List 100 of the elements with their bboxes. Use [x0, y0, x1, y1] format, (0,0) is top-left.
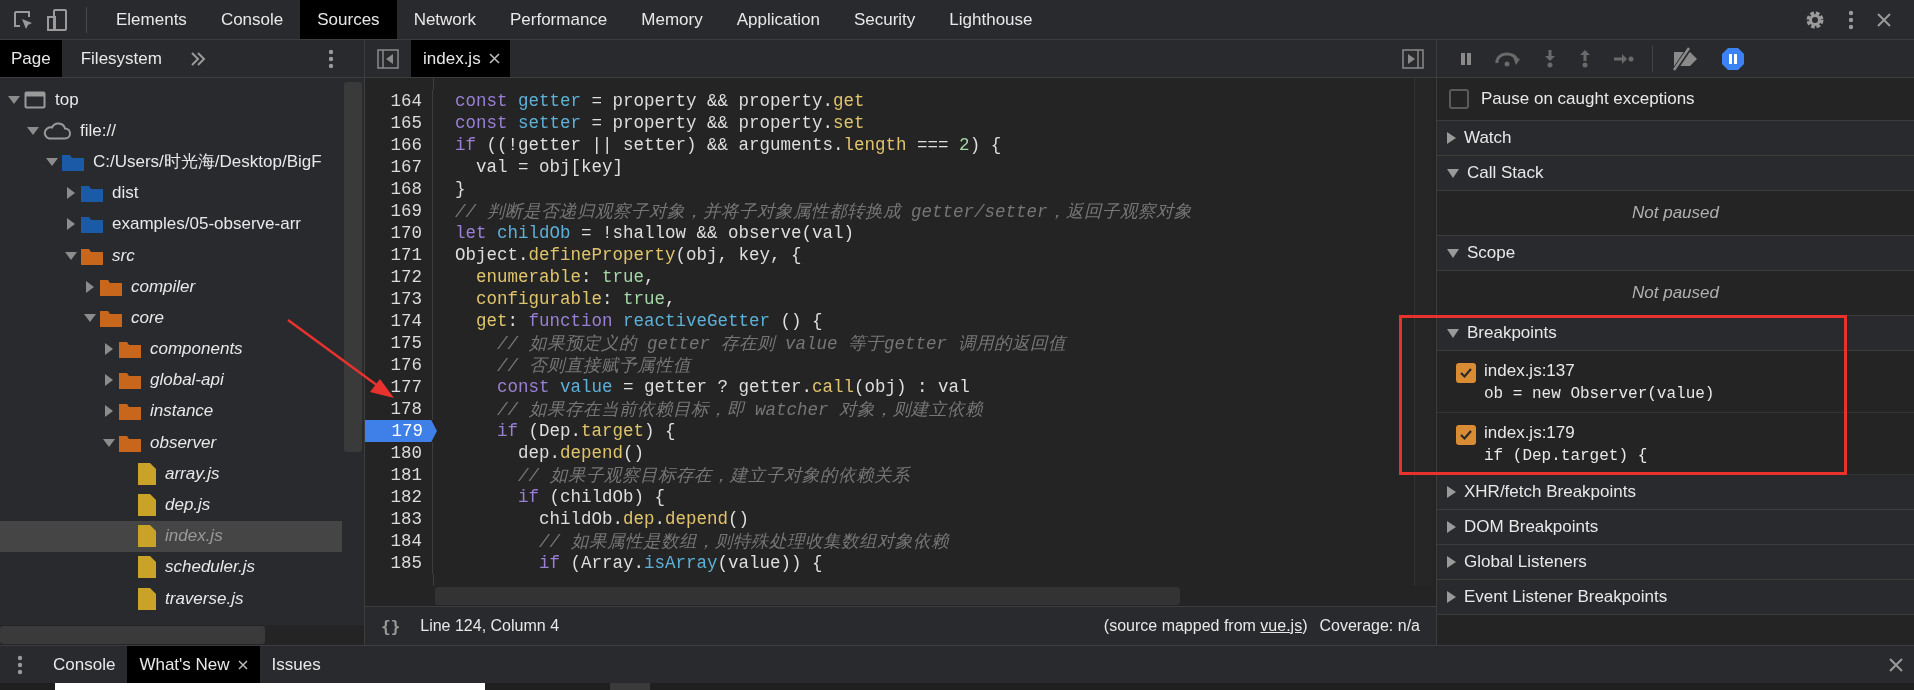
code-line: if ((!getter || setter) && arguments.length === 2) {	[454, 135, 1002, 155]
line-number[interactable]: 169	[365, 200, 433, 222]
navigator-tab[interactable]: Filesystem	[61, 40, 178, 77]
collapsed-arrow-icon	[85, 279, 95, 294]
scrollbar[interactable]	[344, 82, 362, 452]
toggle-debugger-icon[interactable]	[1402, 48, 1424, 69]
panel-tab[interactable]: Application	[719, 0, 837, 39]
section-header[interactable]: Global Listeners	[1437, 545, 1914, 580]
tree-item[interactable]: observer	[0, 427, 342, 459]
line-number[interactable]: 165	[365, 112, 433, 134]
panel-tab[interactable]: Console	[203, 0, 301, 39]
code-line: // 如果属性是数组，则特殊处理收集数组对象依赖	[538, 531, 949, 553]
collapsed-arrow-icon	[104, 342, 114, 357]
toggle-navigator-icon[interactable]	[377, 48, 399, 69]
panel-tab[interactable]: Security	[836, 0, 933, 39]
step-over-icon[interactable]	[1494, 50, 1522, 67]
scrollbar[interactable]	[0, 626, 265, 644]
line-number[interactable]: 174	[365, 310, 433, 332]
panel-tab[interactable]: Lighthouse	[932, 0, 1050, 39]
tree-item[interactable]: global-api	[0, 364, 342, 396]
line-number[interactable]: 166	[365, 134, 433, 156]
tree-item[interactable]: C:/Users/时光海/Desktop/BigF	[0, 146, 342, 178]
code-line: // 否则直接赋予属性值	[496, 355, 691, 377]
tree-item[interactable]: file://	[0, 115, 342, 147]
tree-item[interactable]: src	[0, 239, 342, 272]
more-options-icon[interactable]	[17, 654, 23, 675]
collapsed-arrow-icon	[104, 373, 114, 388]
checkbox[interactable]	[1456, 363, 1476, 383]
tree-item[interactable]: top	[0, 84, 342, 116]
step-into-icon[interactable]	[1543, 48, 1557, 69]
tree-item[interactable]: scheduler.js	[0, 551, 342, 583]
drawer-tab[interactable]: Issues	[259, 646, 333, 683]
breakpoint-location[interactable]: index.js:137	[1484, 361, 1715, 381]
checkbox[interactable]	[1449, 89, 1469, 109]
navigator-tab[interactable]: Page	[0, 40, 62, 77]
checkbox[interactable]	[1456, 425, 1476, 445]
pause-icon[interactable]	[1459, 51, 1473, 66]
section-header[interactable]: Event Listener Breakpoints	[1437, 580, 1914, 615]
line-number[interactable]: 185	[365, 552, 433, 574]
more-options-icon[interactable]	[328, 48, 334, 69]
line-number[interactable]: 182	[365, 486, 433, 508]
section-header[interactable]: XHR/fetch Breakpoints	[1437, 475, 1914, 510]
expanded-arrow-icon	[45, 156, 59, 167]
line-number[interactable]: 168	[365, 178, 433, 200]
tree-item[interactable]: examples/05-observe-arr	[0, 208, 342, 240]
code-line: val = obj[key]	[475, 157, 624, 177]
step-icon[interactable]	[1613, 51, 1635, 66]
line-number[interactable]: 167	[365, 156, 433, 178]
line-number[interactable]: 183	[365, 508, 433, 530]
tree-item[interactable]: instance	[0, 395, 342, 428]
panel-tab[interactable]: Performance	[493, 0, 625, 39]
section-header[interactable]: DOM Breakpoints	[1437, 510, 1914, 545]
code-line: // 如果子观察目标存在，建立子对象的依赖关系	[517, 465, 910, 487]
step-out-icon[interactable]	[1578, 48, 1592, 69]
section-header[interactable]: Breakpoints	[1437, 316, 1914, 351]
breakpoint-marker[interactable]: 179	[365, 420, 437, 442]
close-icon[interactable]	[237, 659, 248, 670]
panel-tab[interactable]: Network	[396, 0, 493, 39]
line-number[interactable]: 184	[365, 530, 433, 552]
close-icon[interactable]	[1888, 656, 1904, 673]
deactivate-breakpoints-icon[interactable]	[1670, 45, 1700, 72]
code-line: if (Dep.target) {	[496, 421, 676, 441]
section-header[interactable]: Scope	[1437, 236, 1914, 271]
source-link[interactable]: vue.js	[1260, 617, 1303, 634]
line-number[interactable]: 180	[365, 442, 433, 464]
inspect-icon[interactable]	[12, 8, 34, 31]
more-options-icon[interactable]	[1848, 9, 1854, 30]
scrollbar[interactable]	[435, 587, 1180, 605]
line-number[interactable]: 171	[365, 244, 433, 266]
close-icon[interactable]	[1876, 11, 1892, 28]
section-header[interactable]: Watch	[1437, 121, 1914, 156]
line-number[interactable]: 175	[365, 332, 433, 354]
expanded-arrow-icon	[7, 94, 21, 105]
device-toolbar-icon[interactable]	[46, 7, 70, 32]
tree-item[interactable]: compiler	[0, 271, 342, 303]
panel-tab[interactable]: Elements	[99, 0, 204, 39]
pause-on-exceptions-icon[interactable]	[1721, 46, 1745, 71]
pretty-print-button[interactable]: {}	[381, 616, 401, 636]
line-number[interactable]: 170	[365, 222, 433, 244]
file-tab[interactable]: index.js	[411, 40, 510, 77]
tree-item[interactable]: traverse.js	[0, 583, 342, 615]
section-header[interactable]: Call Stack	[1437, 156, 1914, 191]
close-icon[interactable]	[488, 53, 500, 64]
line-number[interactable]: 173	[365, 288, 433, 310]
line-number[interactable]: 181	[365, 464, 433, 486]
line-number[interactable]: 172	[365, 266, 433, 288]
line-number[interactable]: 176	[365, 354, 433, 376]
more-tabs-icon[interactable]	[189, 51, 206, 66]
line-number[interactable]: 164	[365, 90, 433, 112]
scrollbar[interactable]	[610, 683, 650, 690]
tree-item[interactable]: core	[0, 302, 342, 334]
tree-item[interactable]: components	[0, 333, 342, 365]
drawer-tab[interactable]: Console	[41, 646, 128, 683]
breakpoint-location[interactable]: index.js:179	[1484, 423, 1648, 443]
tree-item[interactable]: dist	[0, 177, 342, 209]
tree-item[interactable]: dep.js	[0, 489, 342, 521]
panel-tab[interactable]: Sources	[300, 0, 397, 39]
drawer-tab[interactable]: What's New	[127, 646, 260, 683]
panel-tab[interactable]: Memory	[624, 0, 720, 39]
tree-item[interactable]: array.js	[0, 458, 342, 490]
